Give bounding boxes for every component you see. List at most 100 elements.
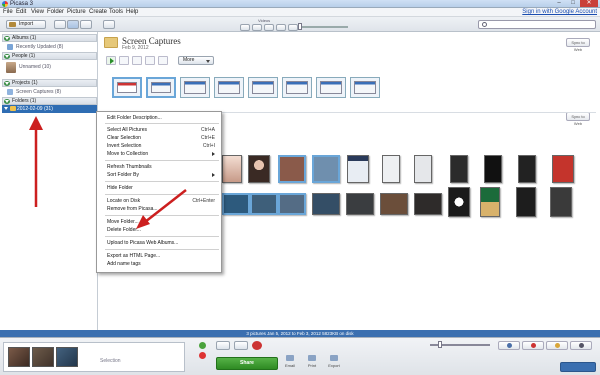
thumbnail[interactable] <box>214 77 244 98</box>
ctx-hide-folder[interactable]: Hide Folder <box>107 184 219 192</box>
close-button[interactable]: ✕ <box>580 0 598 7</box>
tray-thumbnail[interactable] <box>8 347 30 367</box>
photo-thumbnail[interactable] <box>382 155 400 183</box>
tray-thumbnail[interactable] <box>56 347 78 367</box>
filter-uploaded-button[interactable] <box>252 24 262 31</box>
photo-thumbnail[interactable] <box>550 187 572 217</box>
ctx-select-all[interactable]: Select All Pictures Ctrl+A <box>107 126 219 134</box>
thumbnail-size-knob[interactable] <box>438 341 442 348</box>
photo-thumbnail[interactable] <box>414 193 442 215</box>
rotate-right-button[interactable] <box>234 341 248 350</box>
sidebar-projects-header[interactable]: Projects (1) <box>2 79 97 87</box>
clear-icon[interactable] <box>199 352 206 359</box>
photo-thumbnail[interactable] <box>250 193 278 215</box>
thumbnail[interactable] <box>112 77 142 98</box>
ctx-remove-from-picasa[interactable]: Remove from Picasa... <box>107 205 219 213</box>
menu-create[interactable]: Create <box>89 8 107 17</box>
photo-thumbnail[interactable] <box>222 155 242 183</box>
ctx-refresh-thumbnails[interactable]: Refresh Thumbnails <box>107 163 219 171</box>
star-icon[interactable] <box>252 341 262 350</box>
photo-thumbnail[interactable] <box>248 155 270 183</box>
thumbnail-size-slider[interactable] <box>430 341 490 348</box>
play-slideshow-button[interactable] <box>106 56 116 65</box>
thumbnail[interactable] <box>146 77 176 98</box>
photo-thumbnail[interactable] <box>222 193 250 215</box>
thumbnail[interactable] <box>282 77 312 98</box>
ctx-delete-folder[interactable]: Delete Folder... <box>107 226 219 234</box>
tags-panel-button[interactable] <box>546 341 568 350</box>
sidebar-item-screen-captures[interactable]: Screen Captures (8) <box>4 88 96 96</box>
more-button[interactable]: More <box>178 56 214 65</box>
collage-button[interactable] <box>132 56 142 65</box>
menu-help[interactable]: Help <box>126 8 138 17</box>
ctx-move-folder[interactable]: Move Folder... <box>107 218 219 226</box>
menu-tools[interactable]: Tools <box>109 8 123 17</box>
ctx-move-to-collection[interactable]: Move to Collection <box>107 150 219 158</box>
sidebar-albums-header[interactable]: Albums (1) <box>2 34 97 42</box>
sign-in-link[interactable]: Sign in with Google Account <box>522 8 597 17</box>
import-button[interactable]: Import <box>6 20 46 29</box>
thumbnail[interactable] <box>316 77 346 98</box>
filter-people-button[interactable] <box>276 24 286 31</box>
ctx-locate-on-disk[interactable]: Locate on Disk Ctrl+Enter <box>107 197 219 205</box>
back-button[interactable] <box>103 20 115 29</box>
photo-thumbnail[interactable] <box>346 193 374 215</box>
search-input[interactable] <box>478 20 596 29</box>
filter-geotag-button[interactable] <box>288 24 298 31</box>
info-panel-button[interactable] <box>570 341 592 350</box>
photo-thumbnail[interactable] <box>450 155 468 183</box>
photo-thumbnail[interactable] <box>518 155 536 183</box>
photo-thumbnail[interactable] <box>448 187 470 217</box>
photo-thumbnail[interactable] <box>380 193 408 215</box>
photo-thumbnail[interactable] <box>484 155 502 183</box>
sidebar-item-recently-updated[interactable]: Recently Updated (8) <box>4 43 96 51</box>
people-panel-button[interactable] <box>498 341 520 350</box>
rotate-left-button[interactable] <box>216 341 230 350</box>
thumbnail[interactable] <box>350 77 380 98</box>
places-panel-button[interactable] <box>522 341 544 350</box>
photo-thumbnail[interactable] <box>480 187 500 217</box>
movie-button[interactable] <box>145 56 155 65</box>
photo-thumbnail[interactable] <box>312 193 340 215</box>
ctx-edit-folder-description[interactable]: Edit Folder Description... <box>107 114 219 122</box>
blog-button[interactable] <box>158 56 168 65</box>
hold-icon[interactable] <box>199 342 206 349</box>
menu-picture[interactable]: Picture <box>67 8 86 17</box>
photo-thumbnail[interactable] <box>278 193 306 215</box>
filter-slider[interactable] <box>298 23 348 30</box>
ctx-upload-web-albums[interactable]: Upload to Picasa Web Albums... <box>107 239 219 247</box>
tray-thumbnail[interactable] <box>32 347 54 367</box>
view-list-button[interactable] <box>54 20 66 29</box>
photo-thumbnail[interactable] <box>414 155 432 183</box>
photo-thumbnail[interactable] <box>312 155 340 183</box>
ctx-add-name-tags[interactable]: Add name tags <box>107 260 219 268</box>
filter-slider-knob[interactable] <box>298 23 302 30</box>
ctx-invert-selection[interactable]: Invert Selection Ctrl+I <box>107 142 219 150</box>
filter-starred-button[interactable] <box>240 24 250 31</box>
view-mode-button[interactable] <box>560 362 596 372</box>
menu-file[interactable]: File <box>3 8 13 17</box>
maximize-button[interactable]: □ <box>566 0 580 7</box>
sidebar-folders-header[interactable]: Folders (1) <box>2 97 97 105</box>
filter-video-button[interactable] <box>264 24 274 31</box>
photo-thumbnail[interactable] <box>516 187 536 217</box>
ctx-sort-folder-by[interactable]: Sort Folder By <box>107 171 219 179</box>
photo-thumbnail[interactable] <box>347 155 369 183</box>
share-button[interactable]: Share <box>216 357 278 370</box>
sidebar-people-header[interactable]: People (1) <box>2 52 97 60</box>
upload-button[interactable] <box>119 56 129 65</box>
thumbnail[interactable] <box>248 77 278 98</box>
menu-edit[interactable]: Edit <box>16 8 26 17</box>
ctx-export-html[interactable]: Export as HTML Page... <box>107 252 219 260</box>
sidebar-item-unnamed[interactable]: Unnamed (10) <box>2 62 97 74</box>
thumbnail[interactable] <box>180 77 210 98</box>
menu-folder[interactable]: Folder <box>47 8 64 17</box>
photo-thumbnail[interactable] <box>278 155 306 183</box>
photo-thumbnail[interactable] <box>552 155 574 183</box>
view-tree-button[interactable] <box>80 20 92 29</box>
minimize-button[interactable]: – <box>552 0 566 7</box>
view-thumbnails-button[interactable] <box>67 20 79 29</box>
sync-to-web-button[interactable]: Sync to Web <box>566 38 590 52</box>
sidebar-item-folder-2012-02-09[interactable]: 2012-02-09 (31) <box>2 105 97 113</box>
menu-view[interactable]: View <box>31 8 44 17</box>
